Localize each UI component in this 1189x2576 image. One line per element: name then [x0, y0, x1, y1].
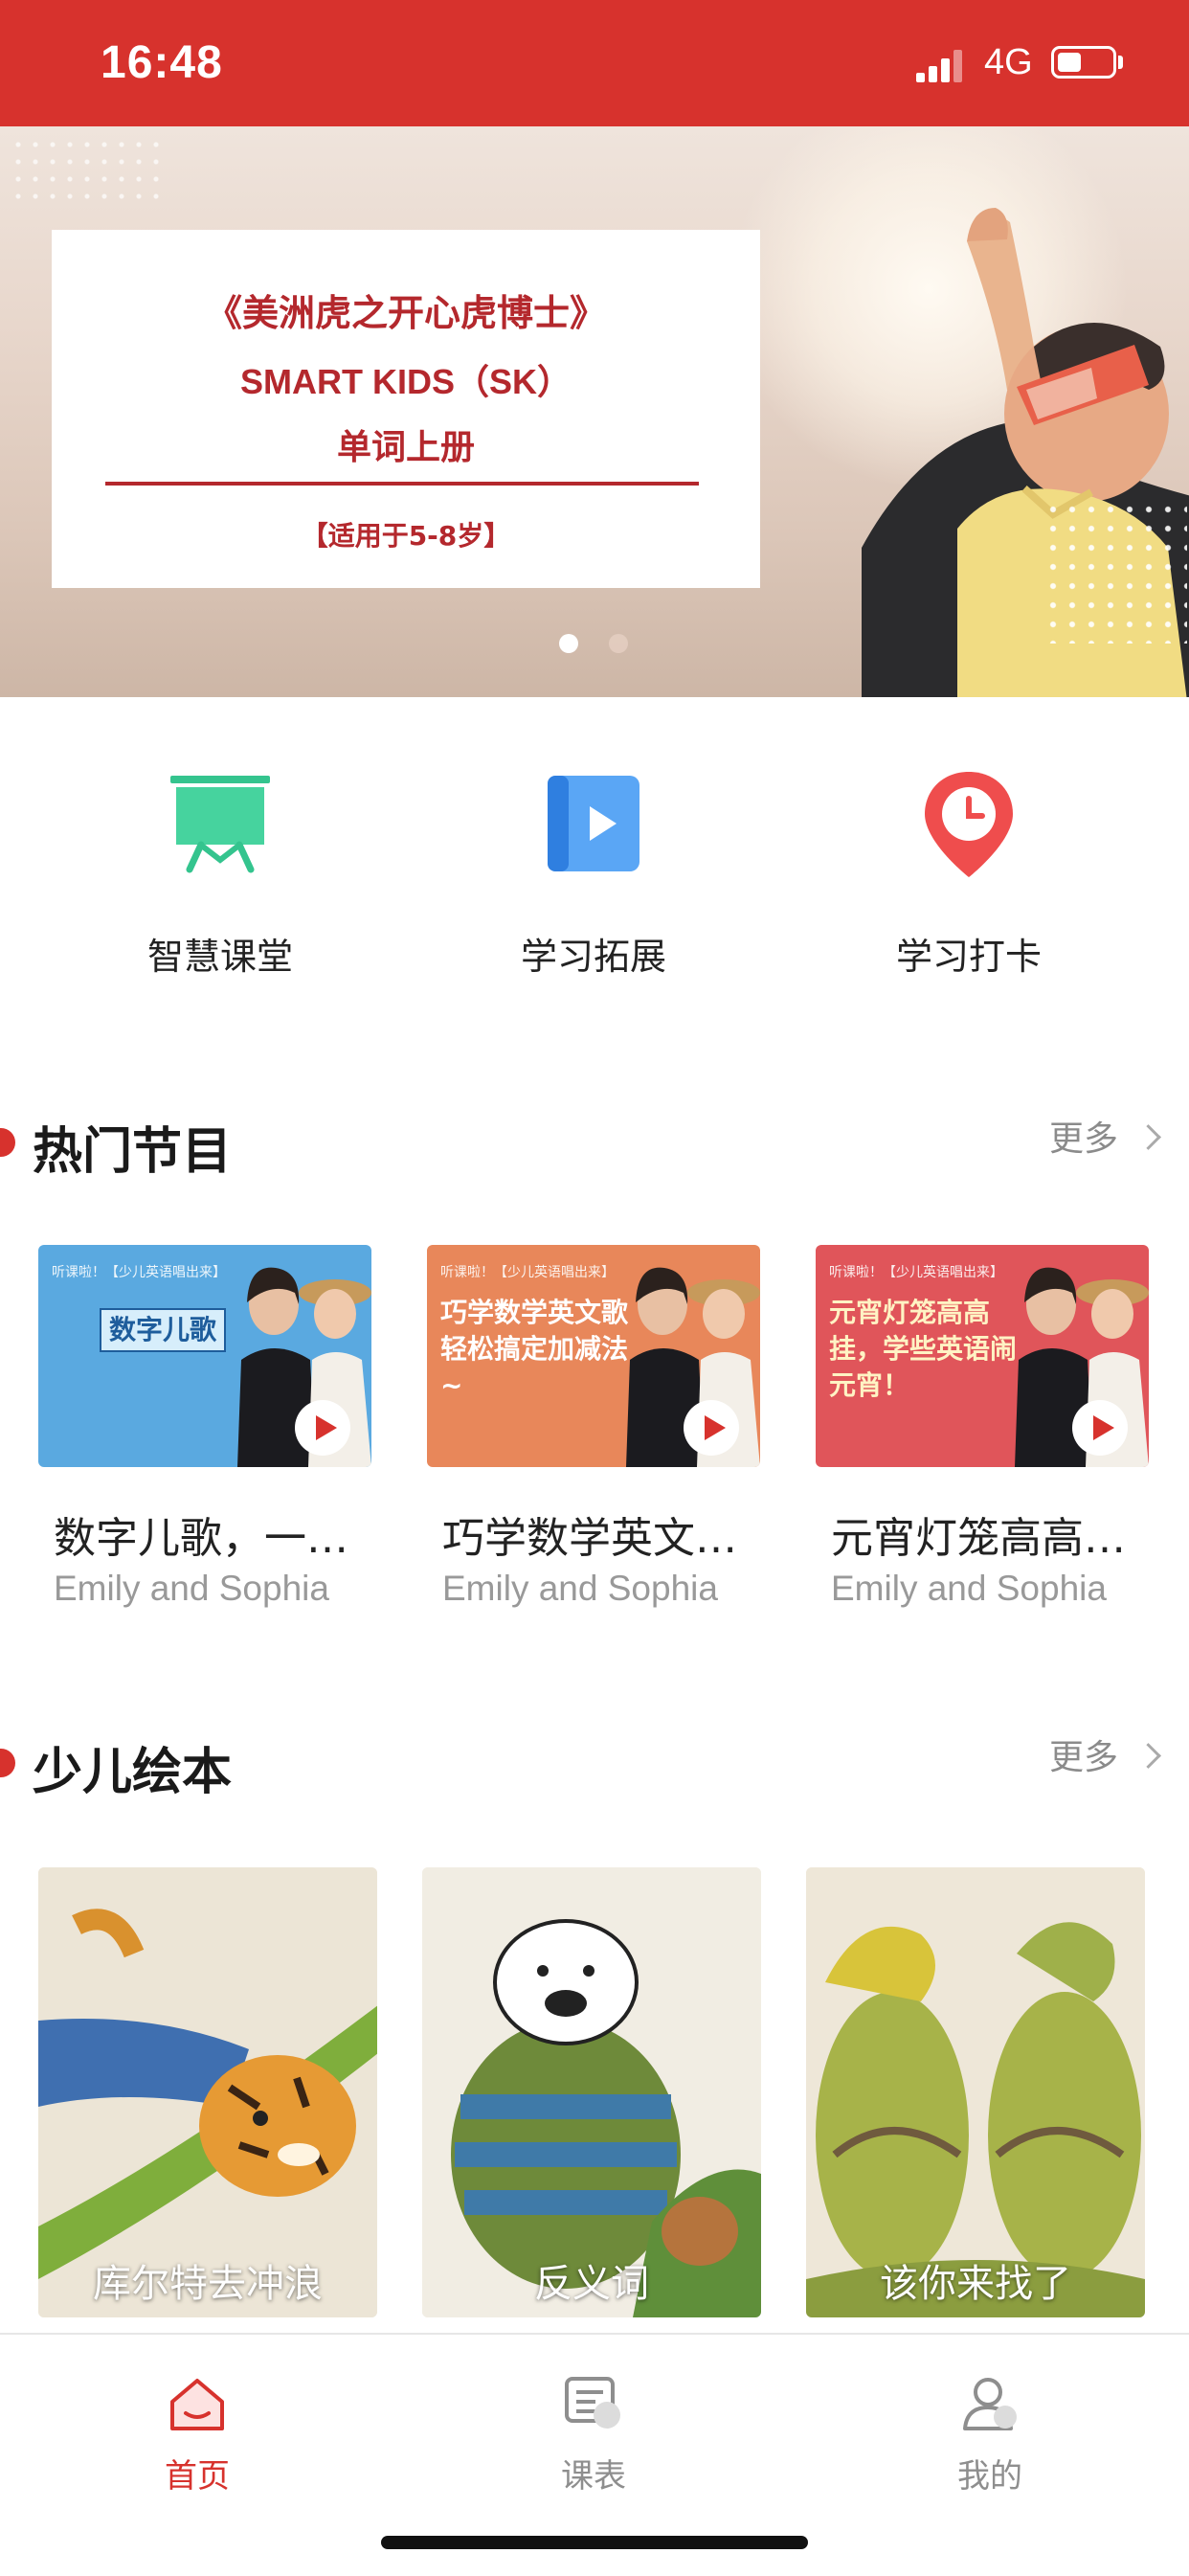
menu-label: 学习拓展 [520, 936, 666, 978]
program-title: 数字儿歌，一… [54, 1514, 348, 1563]
signal-icon [916, 50, 966, 82]
status-bar: 16:48 4G [0, 0, 1189, 126]
section-marker [0, 1749, 15, 1777]
banner-card: 《美洲虎之开心虎博士》 SMART KIDS（SK） 单词上册 【适用于5-8岁… [52, 230, 760, 588]
program-thumbnail[interactable]: 听课啦！【少儿英语唱出来】 巧学数学英文歌 轻松搞定加减法~ [427, 1245, 760, 1467]
home-icon [170, 2379, 224, 2430]
tiger-surfing-illustration [38, 1867, 377, 2317]
tab-label: 我的 [957, 2457, 1022, 2496]
turtles-illustration [806, 1867, 1145, 2317]
books-section-title: 少儿绘本 [33, 1744, 233, 1801]
quick-menu: 智慧课堂 学习拓展 学习打卡 [0, 747, 1189, 996]
chevron-right-icon[interactable] [1135, 1124, 1161, 1150]
battery-cap [1118, 56, 1123, 69]
play-button[interactable] [1072, 1400, 1128, 1456]
thumbnail-title: 数字儿歌 [100, 1308, 227, 1352]
banner-dots-decoration [10, 136, 163, 203]
clock-pin-icon [925, 772, 1013, 877]
status-time: 16:48 [101, 37, 223, 88]
book-title: 库尔特去冲浪 [93, 2262, 323, 2306]
menu-label: 智慧课堂 [146, 936, 293, 978]
program-thumbnail[interactable]: 听课啦！【少儿英语唱出来】 元宵灯笼高高挂，学些英语闹元宵！ [816, 1245, 1149, 1467]
hot-section-title: 热门节目 [33, 1123, 233, 1181]
program-author: Emily and Sophia [442, 1569, 718, 1608]
program-author: Emily and Sophia [54, 1569, 329, 1608]
video-play-icon [548, 776, 639, 871]
profile-icon [963, 2378, 1017, 2430]
banner-line-title: 《美洲虎之开心虎博士》 [205, 292, 606, 334]
program-author: Emily and Sophia [831, 1569, 1107, 1608]
home-indicator[interactable] [381, 2536, 808, 2549]
section-marker [0, 1128, 15, 1157]
banner-rule [105, 482, 699, 486]
thumbnail-title: 巧学数学英文歌 轻松搞定加减法~ [440, 1297, 629, 1401]
book-card[interactable]: 该你来找了 [806, 1867, 1145, 2317]
menu-check-in[interactable]: 学习打卡 [825, 747, 1112, 978]
tab-schedule[interactable]: 课表 [479, 2354, 708, 2507]
book-card[interactable]: 反义词 [422, 1867, 761, 2317]
menu-smart-classroom[interactable]: 智慧课堂 [77, 747, 364, 978]
program-title: 巧学数学英文… [442, 1514, 737, 1563]
tab-label: 首页 [165, 2457, 230, 2496]
thumbnail-tag: 听课啦！【少儿英语唱出来】 [52, 1265, 226, 1280]
tab-home[interactable]: 首页 [82, 2354, 312, 2507]
book-title: 该你来找了 [880, 2262, 1071, 2306]
banner-carousel[interactable]: 《美洲虎之开心虎博士》 SMART KIDS（SK） 单词上册 【适用于5-8岁… [0, 126, 1189, 697]
play-button[interactable] [684, 1400, 739, 1456]
bears-illustration [422, 1867, 761, 2317]
books-more-link[interactable]: 更多 [1049, 1729, 1118, 1779]
banner-dots-decoration-right [1043, 500, 1187, 644]
thumbnail-tag: 听课啦！【少儿英语唱出来】 [440, 1265, 615, 1280]
program-thumbnail[interactable]: 听课啦！【少儿英语唱出来】 数字儿歌 [38, 1245, 371, 1467]
schedule-icon [565, 2377, 620, 2429]
banner-line-age: 【适用于5-8岁】 [301, 520, 511, 552]
carousel-dot-active[interactable] [559, 634, 578, 653]
menu-learning-extension[interactable]: 学习拓展 [450, 747, 737, 978]
book-card[interactable]: 库尔特去冲浪 [38, 1867, 377, 2317]
program-title: 元宵灯笼高高… [831, 1514, 1126, 1563]
thumbnail-title: 元宵灯笼高高挂，学些英语闹元宵！ [829, 1297, 1018, 1401]
banner-line-volume: 单词上册 [336, 428, 475, 467]
chevron-right-icon[interactable] [1135, 1743, 1161, 1769]
blackboard-icon [170, 776, 270, 873]
battery-icon [1051, 46, 1116, 79]
play-button[interactable] [295, 1400, 350, 1456]
banner-line-series: SMART KIDS（SK） [239, 362, 572, 401]
hot-more-link[interactable]: 更多 [1049, 1111, 1118, 1161]
thumbnail-tag: 听课啦！【少儿英语唱出来】 [829, 1265, 1003, 1280]
network-type: 4G [984, 42, 1033, 82]
tab-label: 课表 [561, 2457, 626, 2496]
menu-label: 学习打卡 [895, 936, 1042, 978]
carousel-dot[interactable] [609, 634, 628, 653]
tab-profile[interactable]: 我的 [875, 2354, 1105, 2507]
book-title: 反义词 [534, 2262, 649, 2306]
